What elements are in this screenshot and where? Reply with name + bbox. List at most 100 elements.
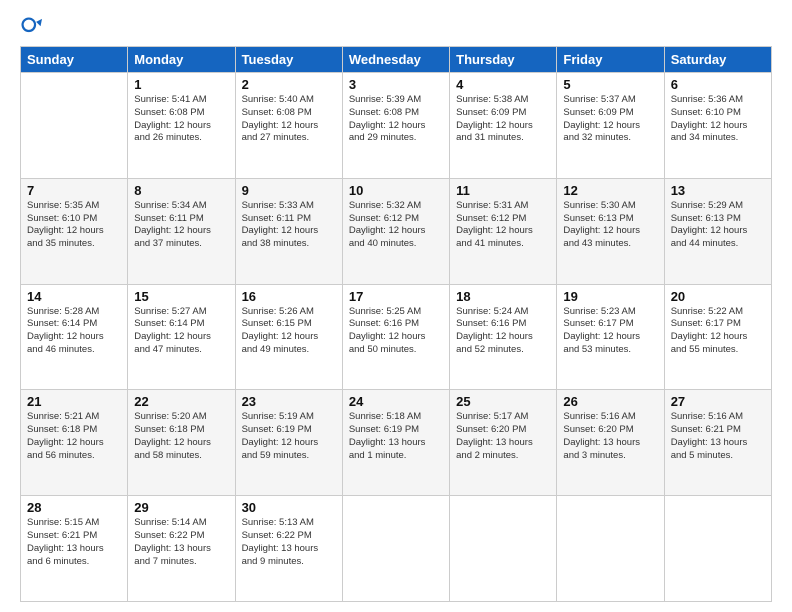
calendar-cell: 14Sunrise: 5:28 AM Sunset: 6:14 PM Dayli… xyxy=(21,284,128,390)
header xyxy=(20,16,772,38)
day-number: 14 xyxy=(27,289,121,304)
logo-icon xyxy=(20,16,42,38)
day-number: 4 xyxy=(456,77,550,92)
cell-content: Sunrise: 5:20 AM Sunset: 6:18 PM Dayligh… xyxy=(134,411,228,462)
cell-content: Sunrise: 5:18 AM Sunset: 6:19 PM Dayligh… xyxy=(349,411,443,462)
cell-content: Sunrise: 5:27 AM Sunset: 6:14 PM Dayligh… xyxy=(134,306,228,357)
calendar-cell: 28Sunrise: 5:15 AM Sunset: 6:21 PM Dayli… xyxy=(21,496,128,602)
calendar-cell: 11 Sunrise: 5:31 AM Sunset: 6:12 PM Dayli… xyxy=(450,178,557,284)
cell-content: Sunrise: 5:40 AM Sunset: 6:08 PM Dayligh… xyxy=(242,94,336,145)
day-number: 9 xyxy=(242,183,336,198)
calendar-cell: 23 Sunrise: 5:19 AM Sunset: 6:19 PM Dayli… xyxy=(235,390,342,496)
calendar-day-header: Thursday xyxy=(450,47,557,73)
calendar-cell: 4 Sunrise: 5:38 AM Sunset: 6:09 PM Daylig… xyxy=(450,73,557,179)
cell-content: Sunrise: 5:13 AM Sunset: 6:22 PM Dayligh… xyxy=(242,517,336,568)
calendar-cell: 20 Sunrise: 5:22 AM Sunset: 6:17 PM Dayli… xyxy=(664,284,771,390)
day-number: 1 xyxy=(134,77,228,92)
day-number: 23 xyxy=(242,394,336,409)
day-number: 29 xyxy=(134,500,228,515)
calendar-cell: 24Sunrise: 5:18 AM Sunset: 6:19 PM Dayli… xyxy=(342,390,449,496)
cell-content: Sunrise: 5:34 AM Sunset: 6:11 PM Dayligh… xyxy=(134,200,228,251)
calendar-cell: 22Sunrise: 5:20 AM Sunset: 6:18 PM Dayli… xyxy=(128,390,235,496)
day-number: 13 xyxy=(671,183,765,198)
day-number: 2 xyxy=(242,77,336,92)
day-number: 18 xyxy=(456,289,550,304)
calendar-cell: 30 Sunrise: 5:13 AM Sunset: 6:22 PM Dayli… xyxy=(235,496,342,602)
cell-content: Sunrise: 5:36 AM Sunset: 6:10 PM Dayligh… xyxy=(671,94,765,145)
calendar-cell: 29 Sunrise: 5:14 AM Sunset: 6:22 PM Dayli… xyxy=(128,496,235,602)
calendar-week-row: 14Sunrise: 5:28 AM Sunset: 6:14 PM Dayli… xyxy=(21,284,772,390)
calendar-cell: 10Sunrise: 5:32 AM Sunset: 6:12 PM Dayli… xyxy=(342,178,449,284)
calendar-cell: 9Sunrise: 5:33 AM Sunset: 6:11 PM Daylig… xyxy=(235,178,342,284)
day-number: 28 xyxy=(27,500,121,515)
calendar-cell xyxy=(342,496,449,602)
calendar-cell: 12 Sunrise: 5:30 AM Sunset: 6:13 PM Dayli… xyxy=(557,178,664,284)
day-number: 8 xyxy=(134,183,228,198)
calendar-table: SundayMondayTuesdayWednesdayThursdayFrid… xyxy=(20,46,772,602)
cell-content: Sunrise: 5:22 AM Sunset: 6:17 PM Dayligh… xyxy=(671,306,765,357)
calendar-cell: 17 Sunrise: 5:25 AM Sunset: 6:16 PM Dayli… xyxy=(342,284,449,390)
day-number: 3 xyxy=(349,77,443,92)
cell-content: Sunrise: 5:14 AM Sunset: 6:22 PM Dayligh… xyxy=(134,517,228,568)
calendar-cell: 3 Sunrise: 5:39 AM Sunset: 6:08 PM Daylig… xyxy=(342,73,449,179)
calendar-week-row: 28Sunrise: 5:15 AM Sunset: 6:21 PM Dayli… xyxy=(21,496,772,602)
cell-content: Sunrise: 5:21 AM Sunset: 6:18 PM Dayligh… xyxy=(27,411,121,462)
calendar-cell xyxy=(450,496,557,602)
calendar-cell: 5 Sunrise: 5:37 AM Sunset: 6:09 PM Daylig… xyxy=(557,73,664,179)
day-number: 30 xyxy=(242,500,336,515)
day-number: 19 xyxy=(563,289,657,304)
calendar-cell: 18 Sunrise: 5:24 AM Sunset: 6:16 PM Dayli… xyxy=(450,284,557,390)
day-number: 20 xyxy=(671,289,765,304)
day-number: 12 xyxy=(563,183,657,198)
calendar-cell: 1Sunrise: 5:41 AM Sunset: 6:08 PM Daylig… xyxy=(128,73,235,179)
calendar-cell: 26 Sunrise: 5:16 AM Sunset: 6:20 PM Dayli… xyxy=(557,390,664,496)
calendar-week-row: 7 Sunrise: 5:35 AM Sunset: 6:10 PM Daylig… xyxy=(21,178,772,284)
day-number: 25 xyxy=(456,394,550,409)
calendar-cell: 15Sunrise: 5:27 AM Sunset: 6:14 PM Dayli… xyxy=(128,284,235,390)
cell-content: Sunrise: 5:35 AM Sunset: 6:10 PM Dayligh… xyxy=(27,200,121,251)
day-number: 7 xyxy=(27,183,121,198)
cell-content: Sunrise: 5:38 AM Sunset: 6:09 PM Dayligh… xyxy=(456,94,550,145)
calendar-day-header: Tuesday xyxy=(235,47,342,73)
day-number: 16 xyxy=(242,289,336,304)
calendar-cell xyxy=(664,496,771,602)
calendar-day-header: Wednesday xyxy=(342,47,449,73)
day-number: 6 xyxy=(671,77,765,92)
day-number: 26 xyxy=(563,394,657,409)
day-number: 5 xyxy=(563,77,657,92)
calendar-cell xyxy=(21,73,128,179)
calendar-cell: 7 Sunrise: 5:35 AM Sunset: 6:10 PM Daylig… xyxy=(21,178,128,284)
calendar-cell: 16 Sunrise: 5:26 AM Sunset: 6:15 PM Dayli… xyxy=(235,284,342,390)
calendar-cell: 25 Sunrise: 5:17 AM Sunset: 6:20 PM Dayli… xyxy=(450,390,557,496)
calendar-cell: 19Sunrise: 5:23 AM Sunset: 6:17 PM Dayli… xyxy=(557,284,664,390)
cell-content: Sunrise: 5:37 AM Sunset: 6:09 PM Dayligh… xyxy=(563,94,657,145)
day-number: 17 xyxy=(349,289,443,304)
calendar-cell: 2 Sunrise: 5:40 AM Sunset: 6:08 PM Daylig… xyxy=(235,73,342,179)
cell-content: Sunrise: 5:32 AM Sunset: 6:12 PM Dayligh… xyxy=(349,200,443,251)
calendar-day-header: Friday xyxy=(557,47,664,73)
calendar-day-header: Sunday xyxy=(21,47,128,73)
calendar-cell xyxy=(557,496,664,602)
cell-content: Sunrise: 5:31 AM Sunset: 6:12 PM Dayligh… xyxy=(456,200,550,251)
calendar-day-header: Monday xyxy=(128,47,235,73)
cell-content: Sunrise: 5:39 AM Sunset: 6:08 PM Dayligh… xyxy=(349,94,443,145)
cell-content: Sunrise: 5:25 AM Sunset: 6:16 PM Dayligh… xyxy=(349,306,443,357)
cell-content: Sunrise: 5:16 AM Sunset: 6:20 PM Dayligh… xyxy=(563,411,657,462)
calendar-header-row: SundayMondayTuesdayWednesdayThursdayFrid… xyxy=(21,47,772,73)
calendar-cell: 6 Sunrise: 5:36 AM Sunset: 6:10 PM Daylig… xyxy=(664,73,771,179)
day-number: 11 xyxy=(456,183,550,198)
cell-content: Sunrise: 5:17 AM Sunset: 6:20 PM Dayligh… xyxy=(456,411,550,462)
calendar-cell: 21Sunrise: 5:21 AM Sunset: 6:18 PM Dayli… xyxy=(21,390,128,496)
calendar-week-row: 1Sunrise: 5:41 AM Sunset: 6:08 PM Daylig… xyxy=(21,73,772,179)
cell-content: Sunrise: 5:19 AM Sunset: 6:19 PM Dayligh… xyxy=(242,411,336,462)
page: SundayMondayTuesdayWednesdayThursdayFrid… xyxy=(0,0,792,612)
cell-content: Sunrise: 5:16 AM Sunset: 6:21 PM Dayligh… xyxy=(671,411,765,462)
cell-content: Sunrise: 5:24 AM Sunset: 6:16 PM Dayligh… xyxy=(456,306,550,357)
logo xyxy=(20,16,45,38)
cell-content: Sunrise: 5:30 AM Sunset: 6:13 PM Dayligh… xyxy=(563,200,657,251)
calendar-cell: 8 Sunrise: 5:34 AM Sunset: 6:11 PM Daylig… xyxy=(128,178,235,284)
calendar-cell: 27 Sunrise: 5:16 AM Sunset: 6:21 PM Dayli… xyxy=(664,390,771,496)
cell-content: Sunrise: 5:26 AM Sunset: 6:15 PM Dayligh… xyxy=(242,306,336,357)
day-number: 27 xyxy=(671,394,765,409)
calendar-day-header: Saturday xyxy=(664,47,771,73)
